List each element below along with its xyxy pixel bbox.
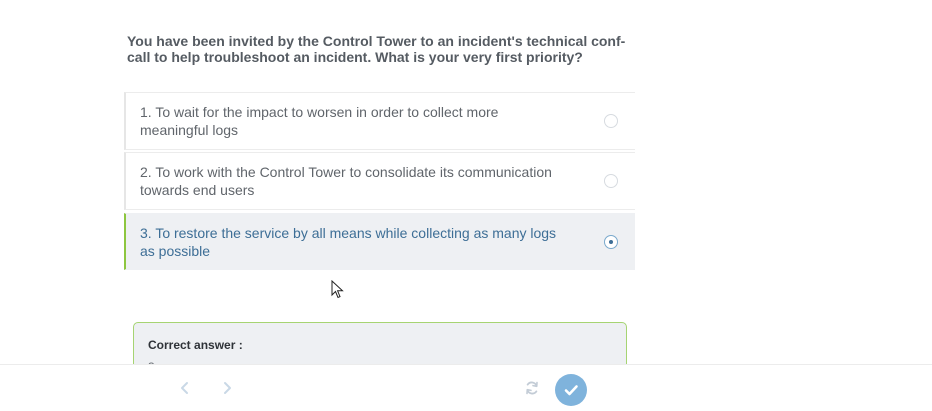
refresh-icon [526, 381, 538, 395]
question-line-2: call to help troubleshoot an incident. W… [127, 49, 583, 65]
previous-button[interactable] [177, 379, 193, 397]
reset-button[interactable] [523, 379, 541, 397]
mouse-pointer-icon [331, 280, 344, 299]
chevron-right-icon [224, 382, 231, 394]
chevron-left-icon [181, 382, 188, 394]
answer-option-2-radio[interactable] [604, 174, 618, 188]
checkmark-icon [564, 385, 578, 396]
answer-option-2-label: 2. To work with the Control Tower to con… [140, 164, 552, 198]
answer-option-3[interactable]: 3. To restore the service by all means w… [124, 213, 635, 270]
answer-option-1-label: 1. To wait for the impact to worsen in o… [140, 104, 499, 138]
next-button[interactable] [219, 379, 235, 397]
submit-button[interactable] [555, 374, 587, 406]
bottom-toolbar [0, 364, 932, 411]
answer-option-1-radio[interactable] [604, 114, 618, 128]
answer-option-3-label: 3. To restore the service by all means w… [140, 225, 557, 259]
question-line-1: You have been invited by the Control Tow… [127, 33, 626, 49]
feedback-title: Correct answer : [148, 338, 243, 352]
answer-option-2[interactable]: 2. To work with the Control Tower to con… [124, 152, 635, 210]
answer-option-3-radio-selected[interactable] [604, 235, 618, 249]
question-text: You have been invited by the Control Tow… [127, 33, 627, 65]
answer-option-1[interactable]: 1. To wait for the impact to worsen in o… [124, 92, 635, 150]
